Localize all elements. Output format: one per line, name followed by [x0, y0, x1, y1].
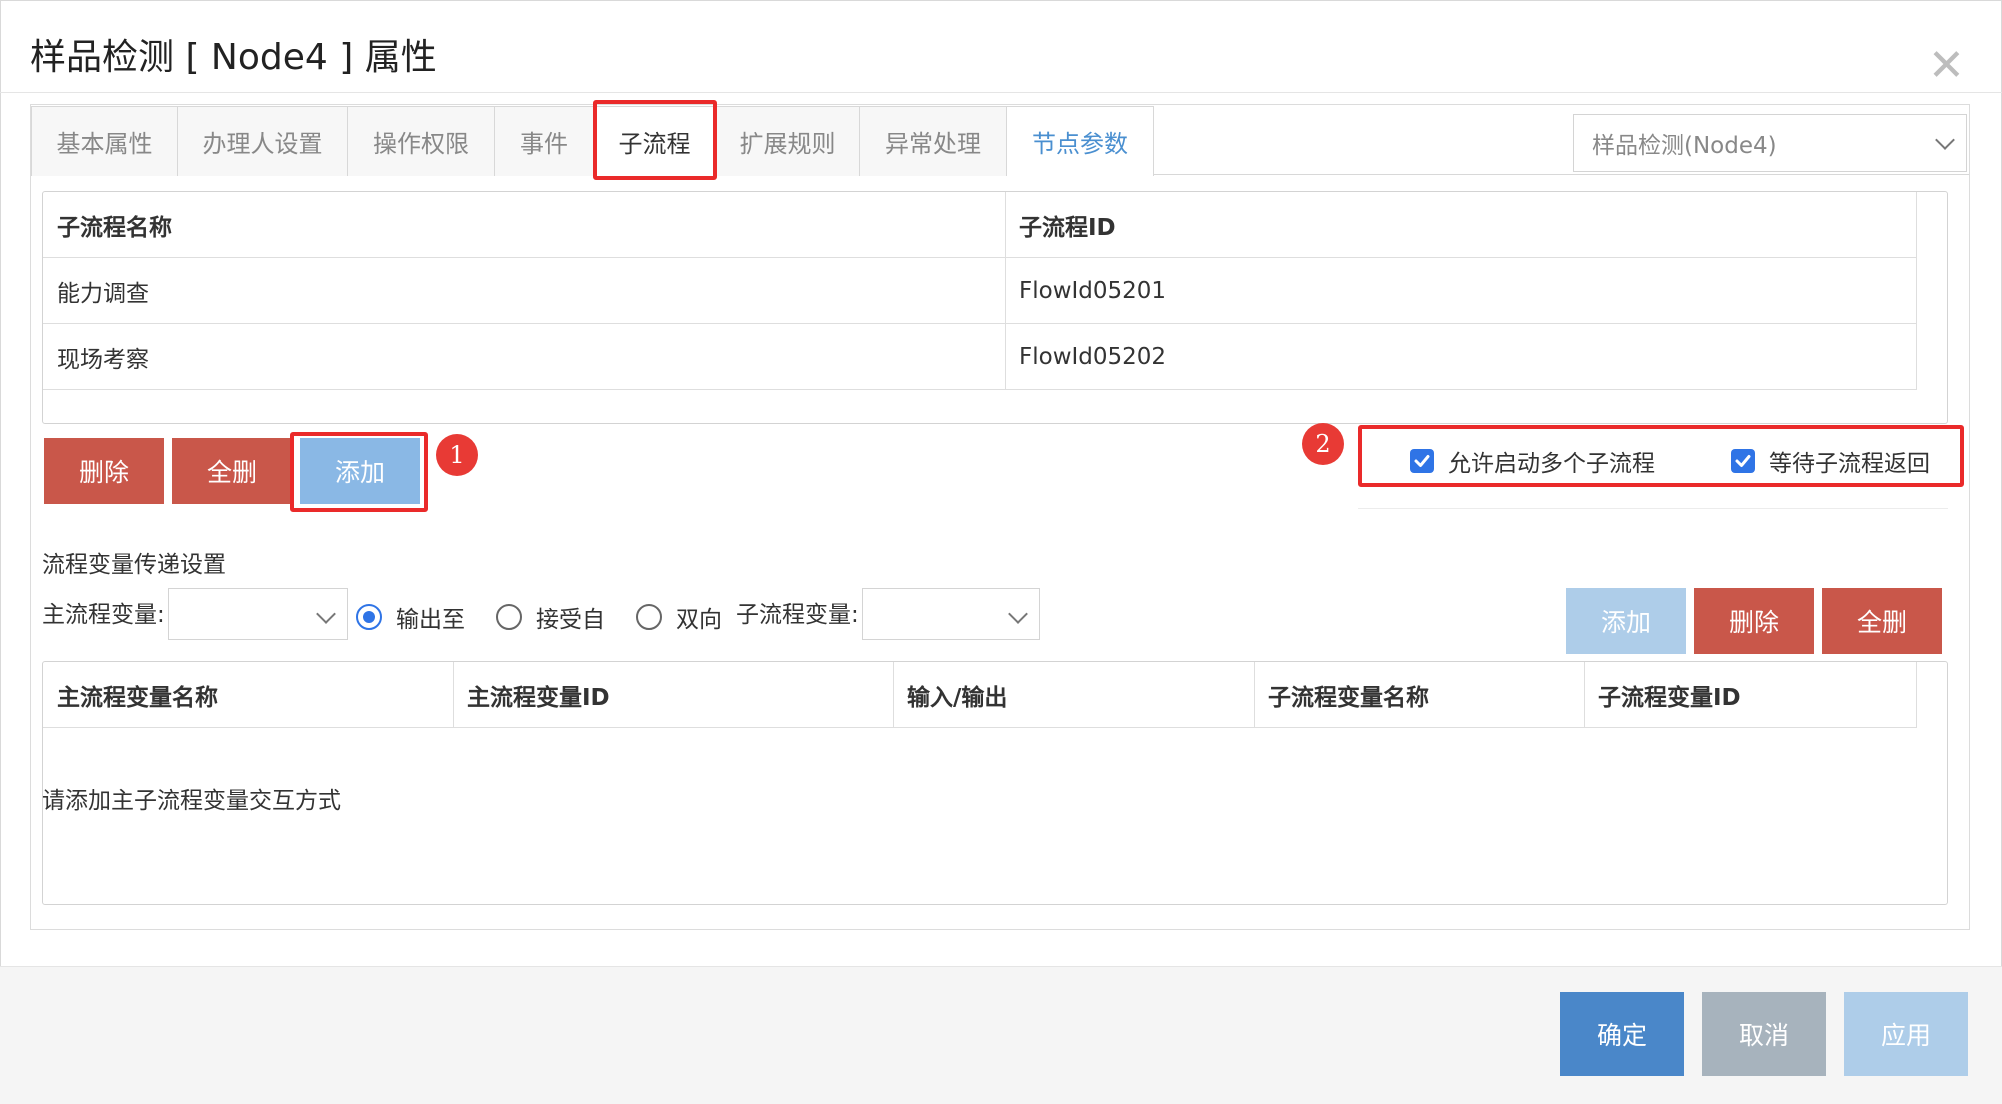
apply-button[interactable]: 应用 — [1844, 992, 1968, 1076]
tab-basic-properties[interactable]: 基本属性 — [31, 106, 178, 176]
annotation-marker-1: 1 — [436, 434, 478, 476]
delete-all-variables-button[interactable]: 全删 — [1822, 588, 1942, 654]
main-variable-label: 主流程变量: — [42, 602, 165, 628]
cell-subflow-id: FlowId05201 — [1019, 278, 1167, 304]
add-variable-button[interactable]: 添加 — [1566, 588, 1686, 654]
tab-label: 办理人设置 — [202, 130, 323, 158]
tab-label: 异常处理 — [885, 130, 981, 158]
tab-node-parameters[interactable]: 节点参数 — [1006, 106, 1154, 176]
column-header-input-output: 输入/输出 — [907, 685, 1008, 711]
radio-button[interactable] — [496, 604, 522, 630]
empty-grid-message: 请添加主子流程变量交互方式 — [42, 788, 341, 814]
tab-label: 事件 — [520, 130, 568, 158]
annotation-marker-2: 2 — [1302, 423, 1344, 465]
radio-label: 接受自 — [536, 607, 605, 633]
sub-variable-label: 子流程变量: — [736, 602, 859, 628]
divider — [1358, 508, 1948, 509]
tab-events[interactable]: 事件 — [494, 106, 594, 176]
delete-variable-button[interactable]: 删除 — [1694, 588, 1814, 654]
scrollbar-gutter — [1916, 192, 1917, 390]
column-header-subflow-name: 子流程名称 — [57, 215, 172, 241]
chevron-down-icon — [1008, 604, 1028, 624]
column-header-sub-var-name: 子流程变量名称 — [1268, 685, 1429, 711]
radio-label: 输出至 — [396, 607, 465, 633]
wait-subflow-return-option[interactable]: 等待子流程返回 — [1731, 445, 1961, 477]
cell-subflow-name: 现场考察 — [57, 347, 149, 373]
scrollbar-gutter — [1916, 662, 1917, 728]
radio-button[interactable] — [636, 604, 662, 630]
sub-variable-select[interactable] — [862, 588, 1040, 640]
dialog-title: 样品检测 [ Node4 ] 属性 — [30, 37, 437, 78]
tab-label: 操作权限 — [373, 130, 469, 158]
ok-button[interactable]: 确定 — [1560, 992, 1684, 1076]
tab-permissions[interactable]: 操作权限 — [347, 106, 495, 176]
tab-extension-rules[interactable]: 扩展规则 — [715, 106, 860, 176]
table-row[interactable]: 现场考察 FlowId05202 — [43, 324, 1916, 390]
column-header-main-var-name: 主流程变量名称 — [57, 685, 218, 711]
wait-return-label: 等待子流程返回 — [1769, 451, 1930, 477]
radio-button[interactable] — [356, 604, 382, 630]
highlight-add-button — [290, 432, 428, 512]
tab-exception-handling[interactable]: 异常处理 — [859, 106, 1007, 176]
tab-label: 基本属性 — [56, 130, 153, 158]
section-title-variables: 流程变量传递设置 — [42, 552, 226, 578]
delete-all-button[interactable]: 全删 — [172, 438, 292, 504]
subflow-grid-header: 子流程名称 子流程ID — [43, 192, 1916, 258]
tab-label: 节点参数 — [1032, 130, 1128, 158]
chevron-down-icon — [316, 604, 336, 624]
table-row[interactable]: 能力调查 FlowId05201 — [43, 258, 1916, 324]
cell-subflow-name: 能力调查 — [57, 281, 149, 307]
wait-return-checkbox[interactable] — [1731, 449, 1755, 473]
radio-bidirectional[interactable]: 双向 — [636, 600, 736, 634]
allow-multiple-label: 允许启动多个子流程 — [1448, 451, 1655, 477]
tab-label: 扩展规则 — [739, 130, 836, 158]
column-header-subflow-id: 子流程ID — [1019, 215, 1116, 241]
column-header-sub-var-id: 子流程变量ID — [1598, 685, 1741, 711]
main-variable-select[interactable] — [168, 588, 348, 640]
column-header-main-var-id: 主流程变量ID — [467, 685, 610, 711]
close-icon[interactable]: ✕ — [1928, 42, 1965, 90]
radio-accept-from[interactable]: 接受自 — [496, 600, 636, 634]
cancel-button[interactable]: 取消 — [1702, 992, 1826, 1076]
node-select-value: 样品检测(Node4) — [1592, 133, 1777, 159]
radio-output-to[interactable]: 输出至 — [356, 600, 496, 634]
header-divider — [0, 92, 2002, 93]
allow-multiple-checkbox[interactable] — [1410, 449, 1434, 473]
highlight-subflow-tab — [593, 100, 717, 180]
radio-label: 双向 — [676, 607, 722, 633]
tab-assignee-settings[interactable]: 办理人设置 — [177, 106, 348, 176]
chevron-down-icon — [1935, 130, 1955, 150]
cell-subflow-id: FlowId05202 — [1019, 344, 1167, 370]
variable-grid-header: 主流程变量名称 主流程变量ID 输入/输出 子流程变量名称 子流程变量ID — [43, 662, 1916, 728]
delete-button[interactable]: 删除 — [44, 438, 164, 504]
node-select[interactable]: 样品检测(Node4) — [1573, 114, 1967, 172]
